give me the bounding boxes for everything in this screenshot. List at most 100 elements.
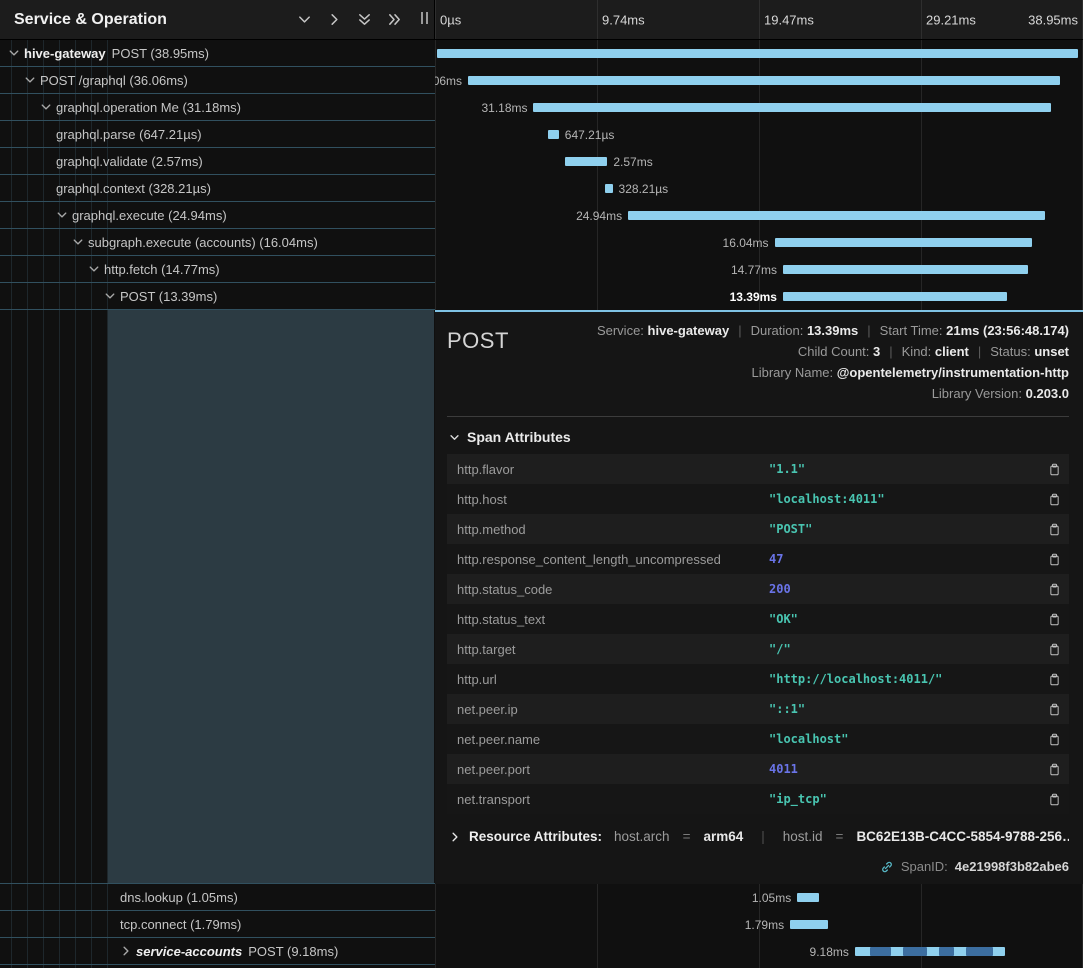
resource-key: host.arch bbox=[614, 829, 670, 844]
chevron-down-icon[interactable] bbox=[56, 209, 72, 221]
span-name-cell[interactable]: http.fetch (14.77ms) bbox=[0, 256, 435, 283]
copy-icon[interactable] bbox=[1043, 792, 1061, 807]
copy-icon[interactable] bbox=[1043, 762, 1061, 777]
span-timeline-cell: 647.21µs bbox=[435, 121, 1083, 148]
span-attributes-table: http.flavor"1.1"http.host"localhost:4011… bbox=[447, 454, 1069, 814]
span-duration-bar[interactable] bbox=[790, 920, 828, 929]
copy-icon[interactable] bbox=[1043, 672, 1061, 687]
span-duration-bar[interactable] bbox=[628, 211, 1045, 220]
operation-label: POST /graphql (36.06ms) bbox=[40, 73, 188, 88]
copy-icon[interactable] bbox=[1043, 492, 1061, 507]
span-timeline-cell: 24.94ms bbox=[435, 202, 1083, 229]
copy-icon[interactable] bbox=[1043, 522, 1061, 537]
chevron-down-icon[interactable] bbox=[24, 74, 40, 86]
span-duration-label: 31.18ms bbox=[481, 101, 527, 115]
copy-icon[interactable] bbox=[1043, 462, 1061, 477]
meta-label: Kind: bbox=[902, 344, 935, 359]
chevron-down-icon[interactable] bbox=[8, 47, 24, 59]
chevron-down-icon[interactable] bbox=[297, 12, 312, 27]
span-row: POST /graphql (36.06ms)36.06ms bbox=[0, 67, 1083, 94]
span-name-cell[interactable]: dns.lookup (1.05ms) bbox=[0, 884, 435, 911]
span-attributes-toggle[interactable]: Span Attributes bbox=[449, 429, 1069, 445]
attribute-row: http.flavor"1.1" bbox=[447, 454, 1069, 484]
attribute-row: http.target"/" bbox=[447, 634, 1069, 664]
attribute-key: net.peer.ip bbox=[457, 702, 769, 717]
span-timeline-cell: 9.18ms bbox=[435, 938, 1083, 965]
span-duration-bar[interactable] bbox=[783, 292, 1007, 301]
copy-icon[interactable] bbox=[1043, 582, 1061, 597]
meta-value: hive-gateway bbox=[648, 323, 730, 338]
span-name-cell[interactable]: graphql.context (328.21µs) bbox=[0, 175, 435, 202]
meta-separator: | bbox=[867, 323, 870, 338]
span-duration-bar[interactable] bbox=[797, 893, 818, 902]
operation-label: graphql.operation Me (31.18ms) bbox=[56, 100, 241, 115]
span-meta-line: Service: hive-gateway|Duration: 13.39ms|… bbox=[597, 320, 1069, 341]
copy-icon[interactable] bbox=[1043, 612, 1061, 627]
panel-title: Service & Operation bbox=[14, 11, 167, 29]
span-name-cell[interactable]: tcp.connect (1.79ms) bbox=[0, 911, 435, 938]
span-row: hive-gatewayPOST (38.95ms) bbox=[0, 40, 1083, 67]
span-name-cell[interactable]: graphql.validate (2.57ms) bbox=[0, 148, 435, 175]
meta-label: Child Count: bbox=[798, 344, 873, 359]
chevron-down-icon[interactable] bbox=[104, 290, 120, 302]
operation-label: http.fetch (14.77ms) bbox=[104, 262, 220, 277]
copy-icon[interactable] bbox=[1043, 552, 1061, 567]
copy-icon[interactable] bbox=[1043, 732, 1061, 747]
span-id-row: SpanID: 4e21998f3b82abe6 bbox=[447, 859, 1069, 874]
span-name-cell[interactable]: POST /graphql (36.06ms) bbox=[0, 67, 435, 94]
span-duration-bar[interactable] bbox=[783, 265, 1028, 274]
span-meta-line: Library Version: 0.203.0 bbox=[597, 383, 1069, 404]
resource-value: BC62E13B-C4CC-5854-9788-256… bbox=[856, 829, 1069, 844]
double-chevron-right-icon[interactable] bbox=[387, 12, 402, 27]
copy-icon[interactable] bbox=[1043, 702, 1061, 717]
span-name-cell[interactable]: service-accountsPOST (9.18ms) bbox=[0, 938, 435, 965]
double-chevron-down-icon[interactable] bbox=[357, 12, 372, 27]
attribute-row: http.status_text"OK" bbox=[447, 604, 1069, 634]
operation-label: POST (13.39ms) bbox=[120, 289, 217, 304]
resource-equals: = bbox=[683, 829, 691, 844]
span-name-cell[interactable]: hive-gatewayPOST (38.95ms) bbox=[0, 40, 435, 67]
span-duration-bar[interactable] bbox=[565, 157, 608, 166]
operation-label: POST (38.95ms) bbox=[112, 46, 209, 61]
attribute-value: "http://localhost:4011/" bbox=[769, 672, 1043, 686]
chevron-right-icon[interactable] bbox=[327, 12, 342, 27]
chevron-down-icon[interactable] bbox=[40, 101, 56, 113]
resource-attributes-title: Resource Attributes: bbox=[469, 829, 602, 844]
attribute-row: http.response_content_length_uncompresse… bbox=[447, 544, 1069, 574]
copy-icon[interactable] bbox=[1043, 642, 1061, 657]
meta-value: 13.39ms bbox=[807, 323, 858, 338]
link-icon[interactable] bbox=[880, 860, 894, 874]
attribute-row: net.transport"ip_tcp" bbox=[447, 784, 1069, 814]
meta-value: 21ms (23:56:48.174) bbox=[946, 323, 1069, 338]
span-duration-bar[interactable] bbox=[468, 76, 1060, 85]
chevron-down-icon bbox=[449, 432, 460, 443]
span-duration-bar[interactable] bbox=[437, 49, 1079, 58]
span-duration-bar[interactable] bbox=[855, 947, 1005, 956]
meta-value: @opentelemetry/instrumentation-http bbox=[837, 365, 1069, 380]
attribute-key: http.host bbox=[457, 492, 769, 507]
chevron-right-icon[interactable] bbox=[120, 945, 136, 957]
span-duration-label: 1.05ms bbox=[752, 891, 791, 905]
span-timeline-cell: 13.39ms bbox=[435, 283, 1083, 310]
span-duration-label: 13.39ms bbox=[730, 290, 777, 304]
attribute-value: "POST" bbox=[769, 522, 1043, 536]
span-name-cell[interactable]: graphql.operation Me (31.18ms) bbox=[0, 94, 435, 121]
resource-attributes-toggle[interactable]: Resource Attributes:host.arch=arm64|host… bbox=[447, 829, 1069, 844]
column-resize-handle[interactable] bbox=[421, 12, 428, 24]
span-id-label: SpanID: bbox=[901, 859, 948, 874]
span-duration-bar[interactable] bbox=[533, 103, 1050, 112]
chevron-down-icon[interactable] bbox=[72, 236, 88, 248]
span-name-cell[interactable]: POST (13.39ms) bbox=[0, 283, 435, 310]
span-row: tcp.connect (1.79ms)1.79ms bbox=[0, 911, 1083, 938]
span-duration-bar[interactable] bbox=[548, 130, 559, 139]
span-duration-bar[interactable] bbox=[605, 184, 612, 193]
span-row: dns.lookup (1.05ms) 1.05ms bbox=[0, 884, 1083, 911]
span-name-cell[interactable]: subgraph.execute (accounts) (16.04ms) bbox=[0, 229, 435, 256]
span-detail-row: POST Service: hive-gateway|Duration: 13.… bbox=[0, 310, 1083, 884]
span-name-cell[interactable]: graphql.parse (647.21µs) bbox=[0, 121, 435, 148]
chevron-down-icon[interactable] bbox=[88, 263, 104, 275]
operation-label: subgraph.execute (accounts) (16.04ms) bbox=[88, 235, 318, 250]
span-duration-bar[interactable] bbox=[775, 238, 1032, 247]
attribute-value: 47 bbox=[769, 552, 1043, 566]
span-name-cell[interactable]: graphql.execute (24.94ms) bbox=[0, 202, 435, 229]
